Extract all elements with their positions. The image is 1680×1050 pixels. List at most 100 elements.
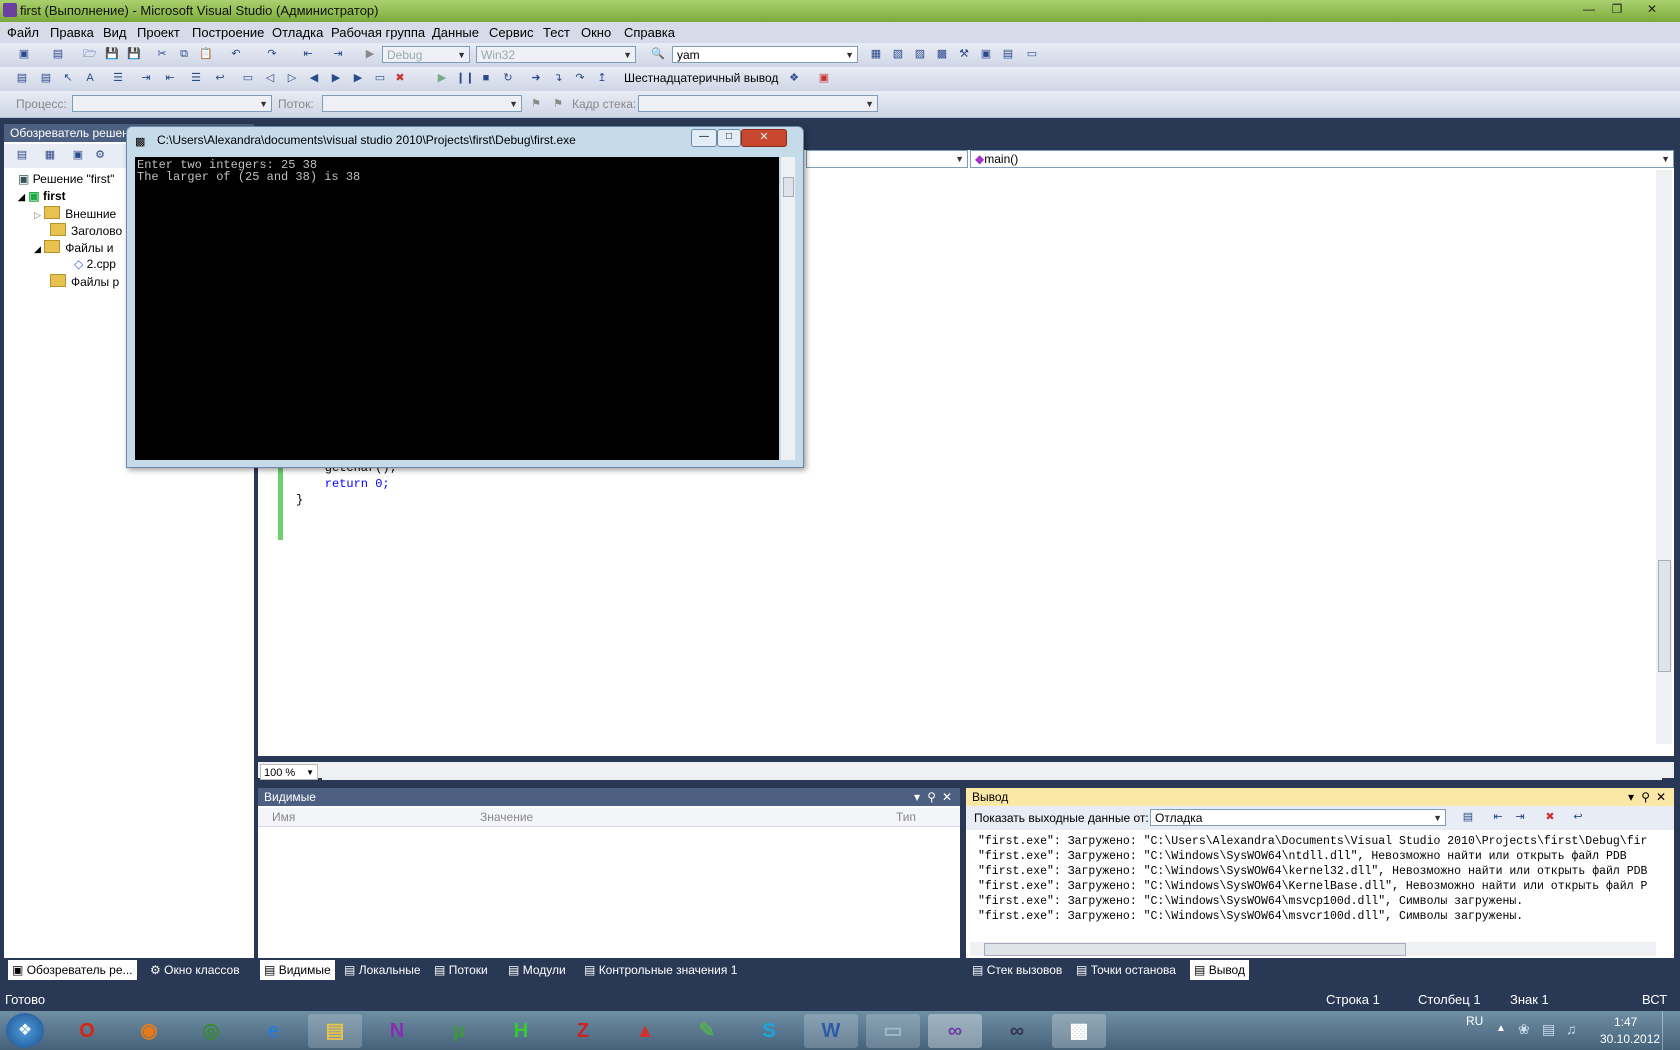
tree-external-deps[interactable]: ▷ Внешние: [34, 206, 116, 221]
properties-icon[interactable]: ▧: [890, 47, 906, 62]
menu-window[interactable]: Окно: [581, 25, 611, 40]
visual-studio-icon[interactable]: ∞: [928, 1014, 982, 1048]
wrap-icon[interactable]: ↩: [212, 71, 228, 86]
indent-icon[interactable]: ⇥: [138, 71, 154, 86]
breakpoints-window-icon[interactable]: ▣: [816, 71, 832, 86]
flag-all-icon[interactable]: ⚑: [550, 97, 566, 112]
properties-icon[interactable]: ▦: [42, 148, 58, 163]
list-icon[interactable]: ☰: [110, 71, 126, 86]
bluetooth-icon[interactable]: ❀: [1518, 1021, 1530, 1038]
scrollbar-thumb[interactable]: [1658, 560, 1671, 672]
vs-console-icon[interactable]: ▭: [866, 1014, 920, 1048]
bookmark-folder-next-icon[interactable]: ▶: [328, 71, 344, 86]
break-all-icon[interactable]: ❙❙: [456, 71, 474, 86]
clear-all-icon[interactable]: ✖: [1542, 810, 1558, 825]
prev-message-icon[interactable]: ⇤: [1490, 810, 1506, 825]
console-maximize-button[interactable]: □: [717, 129, 741, 147]
command-window-icon[interactable]: ▭: [1024, 47, 1040, 62]
output-source-combo[interactable]: Отладка ▼: [1150, 809, 1446, 826]
start-debug-icon[interactable]: ▶: [362, 47, 378, 62]
navigate-back-icon[interactable]: ⇤: [300, 47, 316, 62]
continue-icon[interactable]: ▶: [434, 71, 450, 86]
tree-file-2cpp[interactable]: ◇ 2.cpp: [74, 257, 116, 271]
extension-icon[interactable]: ▤: [1000, 47, 1016, 62]
notepad-plus-icon[interactable]: ✎: [680, 1014, 734, 1048]
close-icon[interactable]: ✕: [1656, 788, 1666, 806]
vs-infinity-icon[interactable]: ∞: [990, 1014, 1044, 1048]
save-icon[interactable]: 💾: [104, 47, 120, 62]
show-next-statement-icon[interactable]: ➜: [528, 71, 544, 86]
uncomment-icon[interactable]: ▤: [38, 71, 54, 86]
stack-frame-combo[interactable]: ▼: [638, 95, 878, 112]
tree-sources[interactable]: ◢ Файлы и: [34, 240, 113, 255]
toolbox-icon[interactable]: ▩: [934, 47, 950, 62]
tab-watch-1[interactable]: ▤ Контрольные значения 1: [584, 963, 737, 977]
console-scrollbar[interactable]: [781, 157, 795, 460]
undo-icon[interactable]: ↶: [228, 47, 244, 62]
col-type[interactable]: Тип: [896, 810, 916, 824]
find-in-files-icon[interactable]: 🔍: [650, 47, 666, 62]
dropdown-icon[interactable]: ▾: [1628, 788, 1634, 806]
restore-button[interactable]: ❐: [1604, 1, 1630, 19]
bookmark-prev-icon[interactable]: ◁: [262, 71, 278, 86]
vertical-scrollbar[interactable]: [1656, 170, 1672, 744]
solution-explorer-icon[interactable]: ▦: [868, 47, 884, 62]
menu-team[interactable]: Рабочая группа: [331, 25, 425, 40]
tab-call-stack[interactable]: ▤ Стек вызовов: [972, 963, 1062, 977]
copy-icon[interactable]: ⧉: [176, 47, 192, 62]
console-minimize-button[interactable]: —: [691, 129, 717, 147]
menu-test[interactable]: Тест: [543, 25, 570, 40]
member-combo[interactable]: ◆main() ▼: [970, 150, 1674, 168]
tree-resources[interactable]: Файлы р: [50, 274, 119, 289]
hex-display-toggle[interactable]: Шестнадцатеричный вывод: [624, 71, 778, 85]
explorer-icon[interactable]: ▤: [308, 1014, 362, 1048]
tab-threads[interactable]: ▤ Потоки: [434, 963, 488, 977]
menu-edit[interactable]: Правка: [50, 25, 94, 40]
ie-icon[interactable]: e: [246, 1014, 300, 1048]
tab-autos[interactable]: ▤ Видимые: [260, 960, 335, 980]
tab-class-view[interactable]: ⚙ Окно классов: [150, 963, 240, 977]
filezilla-icon[interactable]: Z: [556, 1014, 610, 1048]
bookmark-doc-icon[interactable]: ▶: [350, 71, 366, 86]
tab-modules[interactable]: ▤ Модули: [508, 963, 566, 977]
heidi-icon[interactable]: H: [494, 1014, 548, 1048]
acrobat-icon[interactable]: ▲: [618, 1014, 672, 1048]
minimize-button[interactable]: —: [1576, 1, 1602, 19]
scope-combo[interactable]: ▼: [806, 150, 968, 168]
bookmark-next-icon[interactable]: ▷: [284, 71, 300, 86]
menu-view[interactable]: Вид: [103, 25, 127, 40]
tab-breakpoints[interactable]: ▤ Точки останова: [1076, 963, 1176, 977]
breakpoint-toggle-icon[interactable]: ❖: [786, 71, 802, 86]
font-icon[interactable]: A: [82, 71, 98, 86]
menu-tools[interactable]: Сервис: [489, 25, 534, 40]
tab-solution-explorer[interactable]: ▣ Обозреватель ре...: [8, 960, 137, 980]
clock-time[interactable]: 1:47: [1614, 1015, 1637, 1029]
word-wrap-icon[interactable]: ↩: [1570, 810, 1586, 825]
next-message-icon[interactable]: ⇥: [1512, 810, 1528, 825]
opera-icon[interactable]: O: [60, 1014, 114, 1048]
bookmark-clear-icon[interactable]: ▭: [372, 71, 388, 86]
step-into-icon[interactable]: ↴: [550, 71, 566, 86]
console-window[interactable]: ▩ C:\Users\Alexandra\documents\visual st…: [126, 126, 804, 468]
close-button[interactable]: ✕: [1632, 1, 1672, 19]
config-combo[interactable]: Debug ▼: [382, 46, 470, 63]
clock-date[interactable]: 30.10.2012: [1600, 1032, 1660, 1046]
menu-debug[interactable]: Отладка: [272, 25, 323, 40]
network-icon[interactable]: ▤: [1542, 1021, 1555, 1038]
firefox-icon[interactable]: ◉: [122, 1014, 176, 1048]
clear-bookmarks-icon[interactable]: ✖: [392, 71, 408, 86]
outdent-icon[interactable]: ⇤: [162, 71, 178, 86]
close-icon[interactable]: ✕: [942, 788, 952, 806]
select-icon[interactable]: ↖: [60, 71, 76, 86]
scrollbar-thumb[interactable]: [783, 177, 794, 197]
menu-data[interactable]: Данные: [432, 25, 479, 40]
comment-icon[interactable]: ▤: [14, 71, 30, 86]
refresh-icon[interactable]: ▣: [70, 148, 86, 163]
tray-expand-icon[interactable]: ▲: [1496, 1023, 1506, 1034]
cut-icon[interactable]: ✂: [154, 47, 170, 62]
add-item-icon[interactable]: ▤: [50, 47, 66, 62]
new-project-icon[interactable]: ▣: [16, 47, 32, 62]
scrollbar-thumb[interactable]: [984, 943, 1406, 956]
bookmark-icon[interactable]: ▭: [240, 71, 256, 86]
volume-icon[interactable]: ♫: [1566, 1021, 1577, 1037]
